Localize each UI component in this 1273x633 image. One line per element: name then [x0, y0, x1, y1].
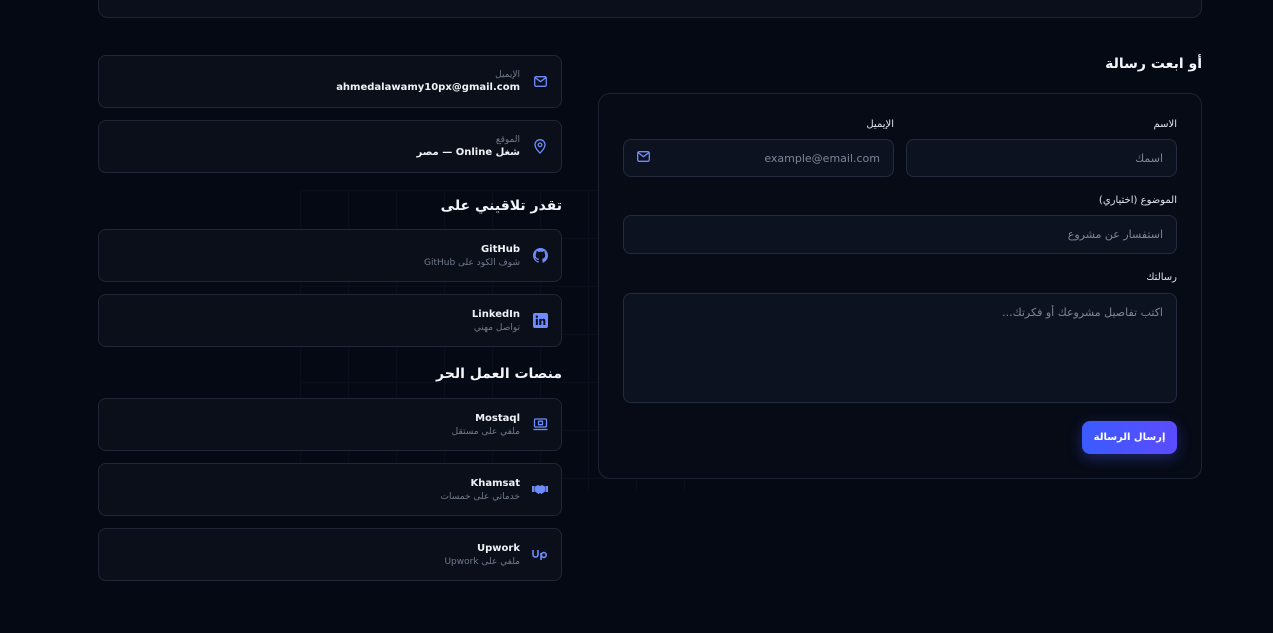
- linkedin-icon: [532, 313, 548, 329]
- subject-label: الموضوع (اختياري): [1098, 195, 1177, 206]
- location-label: الموقع: [495, 134, 520, 145]
- github-title: GitHub: [480, 243, 520, 255]
- message-label: رسالتك: [1146, 272, 1177, 283]
- mail-icon: [637, 151, 650, 165]
- linkedin-card[interactable]: LinkedIn تواصل مهني: [98, 294, 562, 347]
- linkedin-sub: تواصل مهني: [473, 322, 520, 333]
- upwork-card[interactable]: Upwork ملفي على Upwork: [98, 528, 562, 581]
- location-value: شغل Online — مصر: [416, 146, 520, 158]
- upwork-title: Upwork: [477, 542, 520, 554]
- form-title: أو ابعت رسالة: [1105, 56, 1202, 72]
- github-sub: شوف الكود على GitHub: [423, 257, 520, 268]
- upwork-sub: ملفي على Upwork: [444, 556, 520, 567]
- mostaql-icon: [532, 417, 548, 433]
- name-label: الاسم: [1153, 119, 1177, 130]
- mostaql-sub: ملفي على مستقل: [451, 426, 520, 437]
- subject-placeholder: استفسار عن مشروع: [1067, 228, 1163, 241]
- name-placeholder: اسمك: [1135, 151, 1163, 165]
- email-placeholder: example@email.com: [764, 151, 880, 165]
- handshake-icon: [532, 482, 548, 498]
- khamsat-title: Khamsat: [470, 477, 520, 489]
- upwork-icon: [532, 547, 548, 563]
- meet-section-title: تقدر تلاقيني على: [440, 198, 562, 214]
- location-pin-icon: [532, 139, 548, 155]
- send-message-button[interactable]: إرسال الرسالة: [1082, 421, 1177, 454]
- top-card: [98, 0, 1202, 18]
- mostaql-title: Mostaql: [475, 412, 520, 424]
- email-field-label: الإيميل: [866, 119, 894, 130]
- mostaql-card[interactable]: Mostaql ملفي على مستقل: [98, 398, 562, 451]
- github-icon: [532, 248, 548, 264]
- email-card[interactable]: الإيميل ahmedalawamy10px@gmail.com: [98, 55, 562, 108]
- github-card[interactable]: GitHub شوف الكود على GitHub: [98, 229, 562, 282]
- email-value[interactable]: ahmedalawamy10px@gmail.com: [336, 81, 520, 95]
- freelance-section-title: منصات العمل الحر: [436, 366, 562, 382]
- email-label: الإيميل: [495, 69, 520, 80]
- email-field[interactable]: example@email.com: [623, 139, 894, 177]
- khamsat-card[interactable]: Khamsat خدماتي على خمسات: [98, 463, 562, 516]
- message-placeholder: اكتب تفاصيل مشروعك أو فكرتك...: [1002, 306, 1163, 319]
- location-card: الموقع شغل Online — مصر: [98, 120, 562, 173]
- subject-input[interactable]: استفسار عن مشروع: [623, 215, 1177, 254]
- message-textarea[interactable]: اكتب تفاصيل مشروعك أو فكرتك...: [623, 293, 1177, 403]
- mail-icon: [532, 74, 548, 90]
- name-input[interactable]: اسمك: [906, 139, 1177, 177]
- linkedin-title: LinkedIn: [471, 308, 520, 320]
- khamsat-sub: خدماتي على خمسات: [440, 491, 520, 502]
